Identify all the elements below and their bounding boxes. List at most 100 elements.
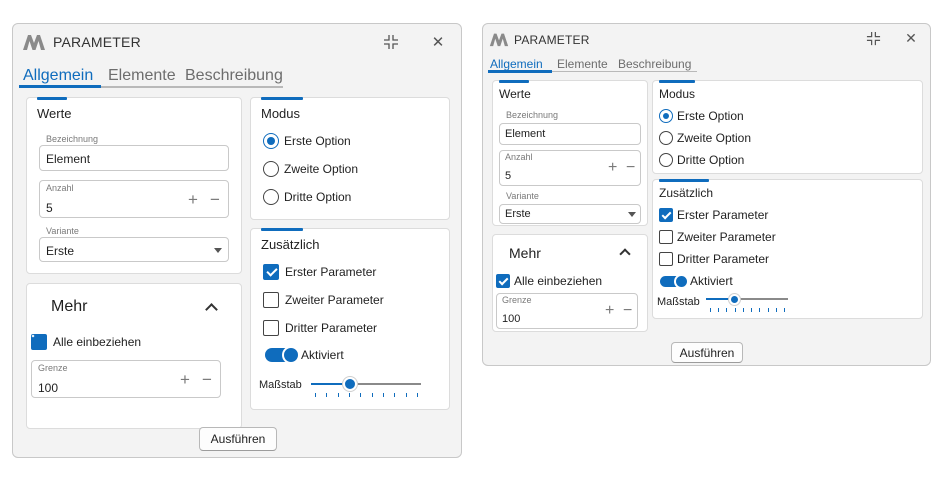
active-tab-indicator (488, 70, 552, 73)
radio-unselected-icon (263, 161, 279, 177)
variante-label: Variante (46, 226, 79, 236)
variante-label: Variante (506, 191, 539, 201)
grenze-increment-button[interactable]: + (180, 371, 190, 388)
anzahl-increment-button[interactable]: + (188, 191, 198, 208)
ausfuehren-button[interactable]: Ausführen (199, 427, 277, 451)
radio-zweite-option[interactable]: Zweite Option (263, 161, 358, 177)
chevron-up-icon[interactable] (205, 303, 218, 316)
ausfuehren-button[interactable]: Ausführen (671, 342, 743, 363)
radio-label: Dritte Option (284, 190, 352, 204)
toggle-switch-icon (660, 273, 689, 289)
grenze-decrement-button[interactable]: − (623, 303, 632, 319)
checkbox-label: Erster Parameter (285, 265, 377, 279)
bezeichnung-value: Element (505, 128, 546, 140)
restore-button[interactable] (863, 29, 883, 47)
bezeichnung-input[interactable]: Element (499, 123, 641, 145)
slider-tick (337, 393, 339, 397)
checkbox-dritter-parameter[interactable]: Dritter Parameter (263, 320, 377, 336)
slider-thumb[interactable] (342, 377, 357, 391)
aktiviert-toggle[interactable]: Aktiviert (660, 273, 733, 289)
parameter-window-compact: PARAMETER ✕ Allgemein Elemente Beschreib… (482, 23, 931, 366)
grenze-decrement-button[interactable]: − (202, 371, 212, 388)
slider-tick (734, 308, 736, 312)
radio-unselected-icon (263, 189, 279, 205)
anzahl-decrement-button[interactable]: − (626, 160, 635, 176)
chevron-up-icon[interactable] (619, 248, 631, 260)
card-accent (659, 179, 709, 182)
tab-allgemein[interactable]: Allgemein (23, 67, 93, 85)
checkbox-erster-parameter[interactable]: Erster Parameter (263, 264, 376, 280)
grenze-stepper[interactable]: Grenze 100 + − (496, 293, 638, 329)
tab-elemente[interactable]: Elemente (108, 67, 176, 85)
close-icon: ✕ (905, 29, 917, 46)
mehr-card: Mehr Alle einbeziehen Grenze 100 + − (26, 283, 242, 429)
massstab-label: Maßstab (657, 296, 700, 308)
tab-allgemein[interactable]: Allgemein (490, 57, 543, 71)
card-accent (261, 228, 303, 231)
radio-zweite-option[interactable]: Zweite Option (659, 131, 751, 145)
restore-button[interactable] (380, 32, 402, 52)
tab-beschreibung[interactable]: Beschreibung (185, 67, 283, 85)
toggle-label: Aktiviert (690, 274, 733, 288)
radio-unselected-icon (659, 131, 673, 145)
slider-tick (417, 393, 418, 397)
checkbox-label: Erster Parameter (677, 208, 769, 222)
window-title: PARAMETER (53, 34, 141, 50)
alle-einbeziehen-checkbox[interactable]: Alle einbeziehen (31, 334, 141, 350)
checkbox-label: Dritter Parameter (677, 252, 770, 266)
slider-tick (383, 393, 384, 397)
anzahl-stepper[interactable]: Anzahl 5 + − (499, 150, 641, 186)
checkbox-unchecked-icon (659, 230, 673, 244)
tab-elemente[interactable]: Elemente (557, 57, 608, 71)
checkbox-label: Zweiter Parameter (677, 230, 776, 244)
alle-einbeziehen-checkbox[interactable]: Alle einbeziehen (496, 274, 602, 288)
grenze-increment-button[interactable]: + (605, 303, 614, 319)
radio-dritte-option[interactable]: Dritte Option (263, 189, 351, 205)
variante-dropdown[interactable]: Erste (499, 204, 641, 224)
massstab-slider[interactable] (706, 293, 788, 315)
checkbox-checked-icon (496, 274, 510, 288)
slider-thumb[interactable] (729, 293, 741, 305)
aktiviert-toggle[interactable]: Aktiviert (265, 346, 344, 364)
window-title: PARAMETER (514, 33, 590, 47)
checkbox-dritter-parameter[interactable]: Dritter Parameter (659, 252, 769, 266)
close-button[interactable]: ✕ (427, 32, 449, 52)
anzahl-increment-button[interactable]: + (608, 160, 617, 176)
grenze-stepper[interactable]: Grenze 100 + − (31, 360, 221, 398)
checkbox-zweiter-parameter[interactable]: Zweiter Parameter (263, 292, 384, 308)
radio-unselected-icon (659, 153, 673, 167)
variante-value: Erste (46, 244, 75, 258)
checkbox-zweiter-parameter[interactable]: Zweiter Parameter (659, 230, 776, 244)
card-accent (499, 80, 529, 83)
modus-title: Modus (261, 106, 301, 121)
close-button[interactable]: ✕ (901, 29, 921, 47)
anzahl-value: 5 (46, 201, 53, 215)
mehr-title: Mehr (509, 245, 541, 261)
anzahl-label: Anzahl (46, 183, 74, 193)
card-accent (659, 80, 695, 83)
active-tab-indicator (19, 85, 101, 88)
radio-label: Erste Option (284, 134, 351, 148)
anzahl-value: 5 (505, 170, 512, 182)
anzahl-stepper[interactable]: Anzahl 5 + − (39, 180, 229, 218)
tab-beschreibung[interactable]: Beschreibung (618, 57, 691, 71)
werte-card: Werte Bezeichnung Element Anzahl 5 + − V… (492, 80, 648, 226)
slider-tick (759, 308, 761, 312)
checkbox-erster-parameter[interactable]: Erster Parameter (659, 208, 768, 222)
checkbox-checked-icon (659, 208, 673, 222)
bezeichnung-input[interactable]: Element (39, 145, 229, 171)
slider-tick (326, 393, 328, 397)
werte-title: Werte (499, 87, 531, 101)
variante-dropdown[interactable]: Erste (39, 237, 229, 262)
grenze-label: Grenze (38, 363, 68, 373)
radio-erste-option[interactable]: Erste Option (659, 109, 744, 123)
grenze-value: 100 (502, 313, 521, 325)
radio-label: Dritte Option (677, 153, 745, 167)
radio-erste-option[interactable]: Erste Option (263, 133, 351, 149)
grenze-label: Grenze (502, 295, 532, 305)
massstab-slider[interactable] (311, 377, 421, 403)
anzahl-decrement-button[interactable]: − (210, 191, 220, 208)
slider-tick (371, 393, 373, 397)
radio-dritte-option[interactable]: Dritte Option (659, 153, 744, 167)
chevron-down-icon (628, 212, 636, 217)
